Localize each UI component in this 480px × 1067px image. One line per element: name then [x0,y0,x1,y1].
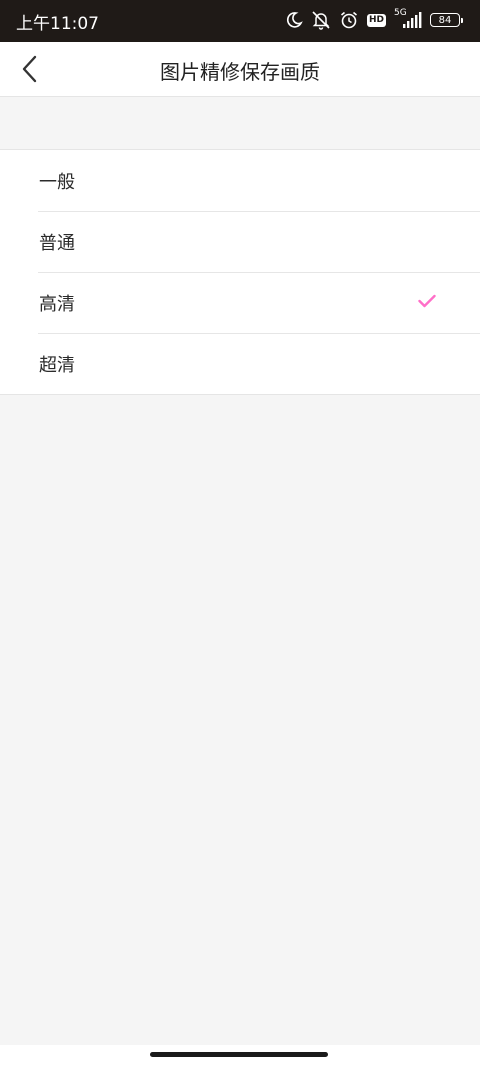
quality-options-list: 一般 普通 高清 超清 [0,149,480,395]
option-hd[interactable]: 高清 [0,272,480,333]
checkmark-icon [418,294,436,308]
signal-bars-icon [403,12,422,28]
option-ultra-hd[interactable]: 超清 [0,333,480,394]
option-label: 一般 [39,172,75,193]
option-normal[interactable]: 一般 [0,150,480,211]
option-standard[interactable]: 普通 [0,211,480,272]
alarm-icon [340,11,357,29]
option-label: 超清 [39,355,75,376]
status-bar: 上午11:07 HD 5G 84 [0,0,480,42]
page-title: 图片精修保存画质 [160,60,320,84]
moon-icon [286,12,303,28]
mute-bell-icon [312,11,330,30]
option-label: 高清 [39,294,75,315]
status-icons: HD 5G 84 [285,8,463,31]
hd-badge: HD [366,13,386,27]
nav-header: 图片精修保存画质 [0,42,480,97]
signal-indicator: 5G [394,8,422,30]
battery-level: 84 [438,14,452,26]
home-indicator[interactable] [150,1052,328,1057]
option-label: 普通 [39,233,75,254]
status-time: 上午11:07 [16,14,99,34]
battery-icon: 84 [430,13,463,27]
